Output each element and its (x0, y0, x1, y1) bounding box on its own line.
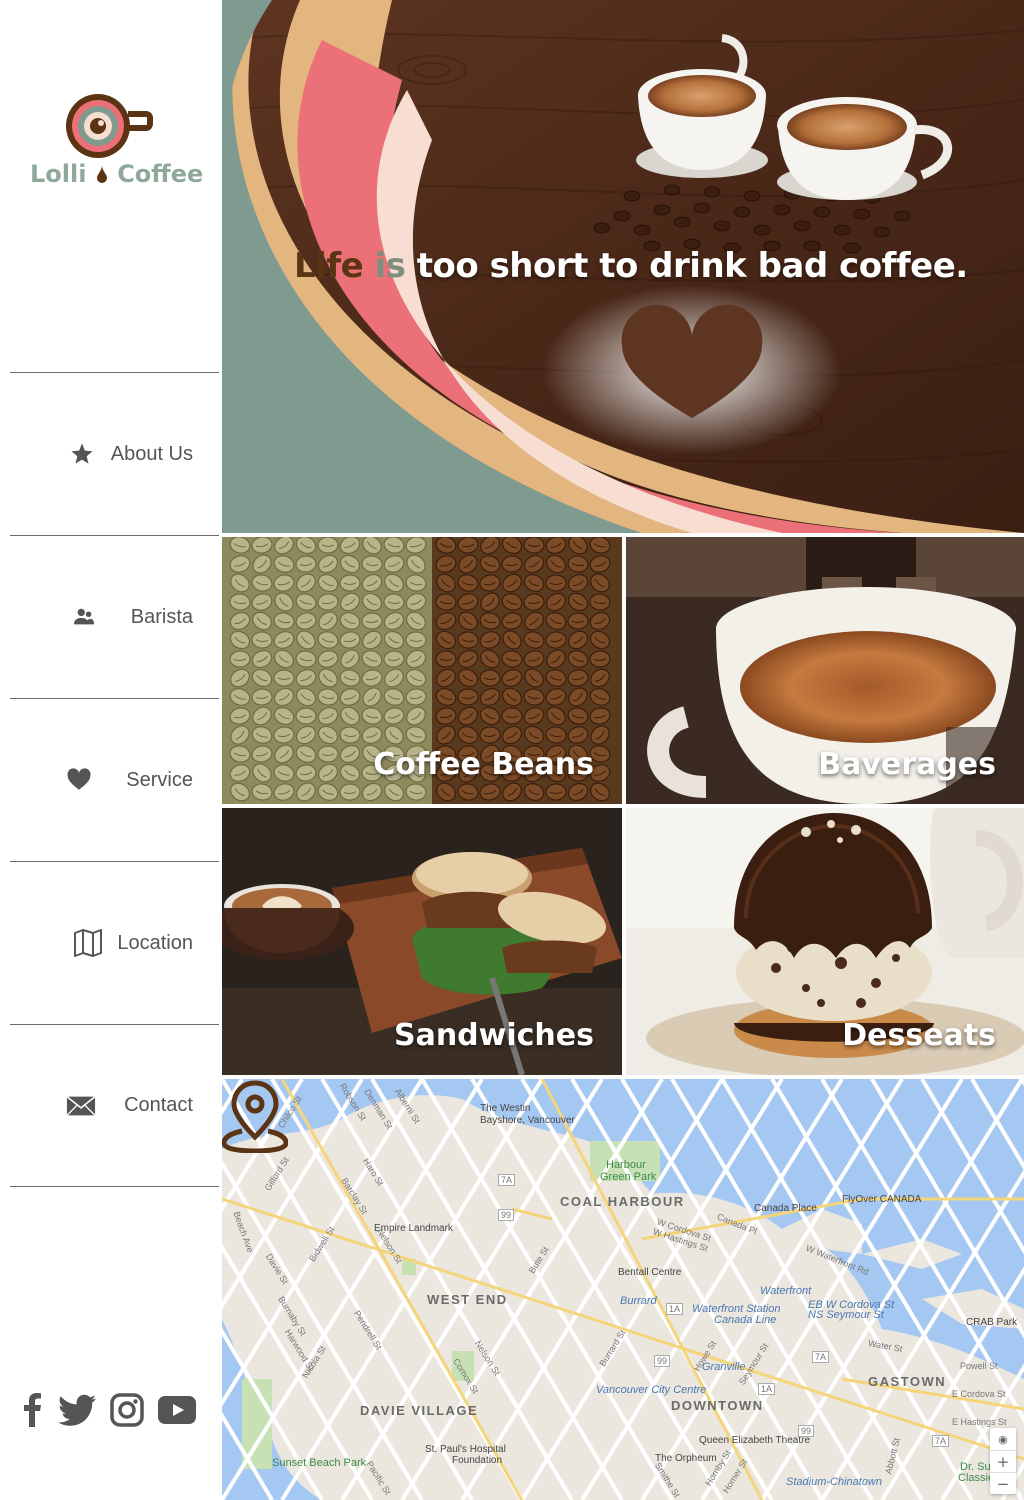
tile-sandwiches[interactable]: Sandwiches (222, 808, 622, 1075)
route-shield: 99 (498, 1209, 515, 1221)
map-area-coal-harbour: COAL HARBOUR (560, 1194, 685, 1209)
main-nav: About Us Barista Service Location Contac… (10, 372, 219, 1187)
tile-beverages[interactable]: Baverages (626, 537, 1024, 804)
nav-item-barista[interactable]: Barista (10, 535, 219, 698)
map-label-harbour-green: Harbour (606, 1159, 646, 1171)
locate-button[interactable]: ◉ (990, 1428, 1016, 1450)
users-icon (69, 602, 99, 632)
map-label-crab: CRAB Park (966, 1317, 1018, 1328)
map-label-qe-theatre: Queen Elizabeth Theatre (699, 1435, 811, 1446)
map-area-gastown: GASTOWN (868, 1374, 947, 1389)
route-shield: 99 (654, 1355, 671, 1367)
map-area-downtown: DOWNTOWN (671, 1398, 764, 1413)
tile-label: Coffee Beans (373, 747, 594, 782)
instagram-icon[interactable] (108, 1392, 146, 1428)
map-zoom-controls: ◉ + − (990, 1428, 1016, 1494)
route-shield: 99 (798, 1425, 815, 1437)
tile-label: Baverages (818, 747, 996, 782)
brand-name-part1: Lolli (30, 160, 87, 188)
heart-icon (64, 765, 94, 795)
drop-icon (96, 165, 107, 183)
map-label-harbour-green2: Green Park (600, 1171, 657, 1183)
tagline-word-life: Life (294, 246, 364, 286)
nav-label: About Us (110, 442, 193, 465)
nav-label: Contact (124, 1094, 193, 1116)
map-icon (73, 928, 103, 958)
route-shield: 7A (498, 1174, 516, 1186)
map-area-west-end: WEST END (427, 1292, 508, 1307)
facebook-icon[interactable] (18, 1392, 46, 1428)
route-shield: 7A (932, 1435, 950, 1447)
street-label: E Hastings St (952, 1417, 1007, 1427)
map-label-bentall: Bentall Centre (618, 1267, 682, 1278)
map-label-westin2: Bayshore, Vancouver (480, 1115, 575, 1126)
nav-label: Barista (130, 605, 193, 628)
brand-name-part2: Coffee (117, 160, 204, 188)
envelope-icon (66, 1091, 96, 1121)
map-area-davie-village: DAVIE VILLAGE (360, 1403, 479, 1418)
location-map[interactable]: The Westin Bayshore, Vancouver Harbour G… (222, 1079, 1024, 1500)
nav-item-contact[interactable]: Contact (10, 1024, 219, 1187)
map-label-vcc: Vancouver City Centre (596, 1384, 707, 1396)
nav-label: Service (126, 768, 193, 791)
map-label-granville: Granville (702, 1361, 746, 1373)
nav-label: Location (117, 931, 193, 954)
map-label-orpheum: The Orpheum (655, 1453, 717, 1464)
zoom-out-button[interactable]: − (990, 1472, 1016, 1494)
map-label-flyover: FlyOver CANADA (842, 1194, 922, 1205)
location-pin-icon[interactable] (222, 1079, 288, 1153)
map-label-waterfront: Waterfront (760, 1285, 812, 1297)
map-label-canada-line: Canada Line (714, 1314, 777, 1326)
map-label-burrard: Burrard (620, 1295, 657, 1307)
map-label-st-pauls: St. Paul's Hospital (425, 1444, 506, 1455)
brand-name: Lolli Coffee (30, 160, 204, 188)
tagline-rest: too short to drink bad coffee. (416, 246, 968, 286)
route-shield: 7A (812, 1351, 830, 1363)
tile-label: Desseats (842, 1018, 996, 1053)
brand-logo[interactable]: Lolli Coffee (30, 88, 204, 198)
tile-label: Sandwiches (393, 1018, 594, 1053)
street-label: E Cordova St (952, 1389, 1006, 1399)
tile-desserts[interactable]: Desseats (626, 808, 1024, 1075)
map-label-ns-seymour: NS Seymour St (808, 1309, 884, 1321)
hero-tagline: Life is too short to drink bad coffee. (294, 246, 968, 286)
map-label-st-pauls2: Foundation (452, 1455, 503, 1466)
map-label-westin: The Westin (480, 1103, 531, 1114)
tile-coffee-beans[interactable]: Coffee Beans (222, 537, 622, 804)
map-label-sunset: Sunset Beach Park (272, 1457, 367, 1469)
nav-item-about-us[interactable]: About Us (10, 372, 219, 535)
tagline-word-is: is (374, 246, 406, 286)
zoom-in-button[interactable]: + (990, 1450, 1016, 1472)
sidebar: Lolli Coffee About Us Barista Service Lo… (0, 0, 222, 1500)
route-shield: 1A (666, 1303, 684, 1315)
street-label: Powell St (960, 1361, 998, 1371)
nav-item-service[interactable]: Service (10, 698, 219, 861)
social-links (18, 1392, 208, 1428)
route-shield: 1A (758, 1383, 776, 1395)
youtube-icon[interactable] (158, 1392, 196, 1428)
map-base (222, 1079, 1024, 1500)
twitter-icon[interactable] (58, 1392, 96, 1428)
map-label-canada-place: Canada Place (754, 1203, 817, 1214)
logo-swirl-icon (66, 94, 153, 158)
nav-item-location[interactable]: Location (10, 861, 219, 1024)
hero-banner: Life is too short to drink bad coffee. (222, 0, 1024, 533)
map-label-stadium: Stadium-Chinatown (786, 1476, 882, 1488)
star-icon (67, 439, 97, 469)
